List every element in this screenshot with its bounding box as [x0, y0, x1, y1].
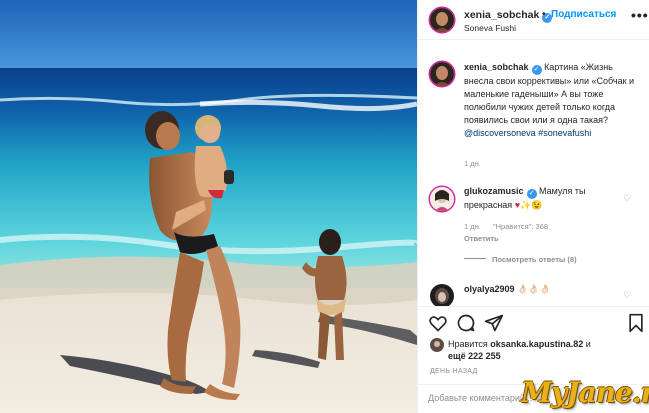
likes-prefix: Нравится: [448, 339, 488, 349]
comment-author[interactable]: olyalya2909: [464, 284, 515, 294]
comment-item: olyalya2909 👌🏻👌🏻👌🏻: [464, 284, 551, 295]
beach-scene: [0, 0, 417, 413]
follow-separator: •: [542, 9, 546, 20]
post-caption: xenia_sobchak ✓ Картина «Жизнь внесла сво…: [464, 61, 640, 140]
reply-button[interactable]: Ответить: [464, 234, 499, 243]
bookmark-icon[interactable]: [626, 313, 646, 333]
caption-avatar[interactable]: [430, 62, 454, 86]
follow-button[interactable]: Подписаться: [551, 9, 616, 20]
caption-hashtag-link[interactable]: #sonevafushi: [538, 128, 591, 138]
post-header: xenia_sobchak ✓ • Подписаться Soneva Fush…: [418, 0, 649, 40]
comment-icon[interactable]: [456, 313, 476, 333]
heart-icon[interactable]: [428, 313, 448, 333]
comment-emoji: ♥︎✨😉: [514, 200, 543, 210]
site-watermark: MyJane.ru: [521, 376, 649, 409]
commenter-avatar[interactable]: [430, 284, 454, 306]
comment-like-heart-icon[interactable]: ♡: [623, 290, 631, 301]
caption-mention-link[interactable]: @discoversoneva: [464, 128, 536, 138]
comment-like-heart-icon[interactable]: ♡: [623, 193, 631, 204]
caption-timestamp[interactable]: 1 дн.: [464, 159, 481, 168]
comment-like-count[interactable]: "Нравится": 368: [493, 222, 548, 231]
view-replies-button[interactable]: Посмотреть ответы (8): [464, 255, 577, 264]
likes-text: Нравится oksanka.kapustina.82 и ещё 222 …: [448, 338, 638, 362]
likes-count[interactable]: ещё 222 255: [448, 351, 501, 361]
post-sidebar: xenia_sobchak ✓ • Подписаться Soneva Fush…: [417, 0, 649, 413]
caption-author[interactable]: xenia_sobchak: [464, 62, 529, 72]
post-date[interactable]: ДЕНЬ НАЗАД: [430, 368, 478, 375]
liker-username[interactable]: oksanka.kapustina.82: [490, 339, 583, 349]
comment-item: glukozamusic ✓ Мамуля ты прекрасная ♥︎✨😉: [464, 185, 624, 212]
post-photo[interactable]: [0, 0, 417, 413]
share-icon[interactable]: [484, 313, 504, 333]
author-avatar[interactable]: [430, 8, 454, 32]
more-options-icon[interactable]: •••: [631, 7, 649, 23]
comment-author[interactable]: glukozamusic: [464, 186, 524, 196]
commenter-avatar[interactable]: [430, 187, 454, 211]
likes-summary: Нравится oksanka.kapustina.82 и ещё 222 …: [418, 336, 649, 366]
verified-icon: ✓: [531, 65, 542, 75]
liker-avatar[interactable]: [430, 338, 444, 352]
comments-list[interactable]: xenia_sobchak ✓ Картина «Жизнь внесла сво…: [418, 41, 649, 306]
verified-icon: ✓: [526, 189, 537, 199]
comment-text: 👌🏻👌🏻👌🏻: [517, 284, 551, 294]
comment-timestamp[interactable]: 1 дн.: [464, 222, 481, 231]
likes-and: и: [585, 339, 591, 349]
author-username[interactable]: xenia_sobchak ✓: [464, 9, 553, 23]
comment-meta: 1 дн. "Нравится": 368: [464, 222, 558, 231]
post-location[interactable]: Soneva Fushi: [464, 23, 516, 33]
